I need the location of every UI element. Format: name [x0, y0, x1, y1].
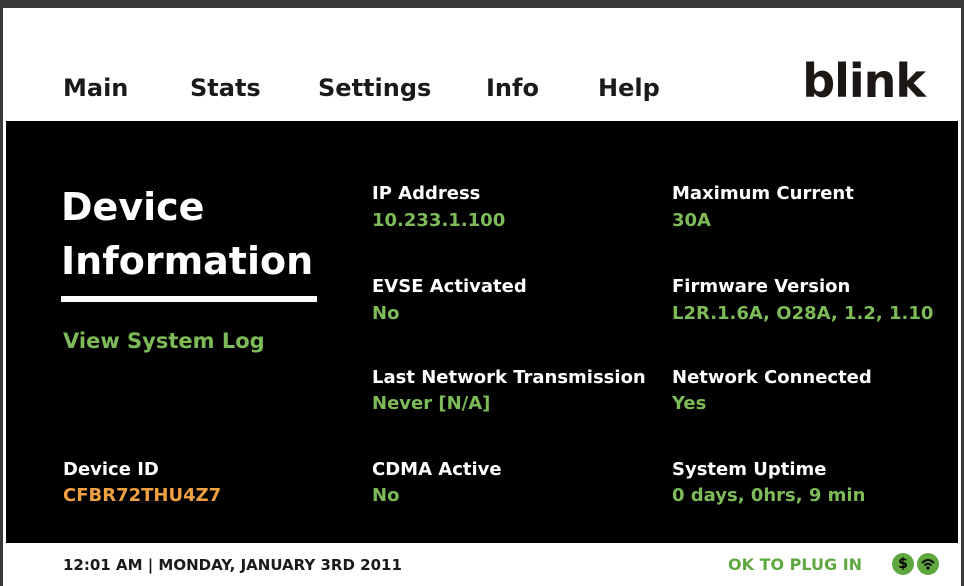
- evse-activated-label: EVSE Activated: [372, 276, 527, 297]
- last-network-transmission-value: Never [N/A]: [372, 393, 491, 414]
- page-title-line1: Device: [61, 185, 205, 229]
- view-system-log-link[interactable]: View System Log: [63, 329, 265, 353]
- firmware-version-value: L2R.1.6A, O28A, 1.2, 1.10: [672, 303, 934, 324]
- device-id-label: Device ID: [63, 459, 159, 480]
- ip-address-value: 10.233.1.100: [372, 210, 506, 231]
- network-connected-label: Network Connected: [672, 367, 872, 388]
- tab-main[interactable]: Main: [63, 74, 128, 102]
- last-network-transmission-label: Last Network Transmission: [372, 367, 646, 388]
- cdma-active-label: CDMA Active: [372, 459, 502, 480]
- tab-stats[interactable]: Stats: [190, 74, 261, 102]
- charger-screen: Main Stats Settings Info Help blink Devi…: [0, 0, 964, 586]
- system-uptime-label: System Uptime: [672, 459, 827, 480]
- title-underline: [61, 296, 317, 302]
- firmware-version-label: Firmware Version: [672, 276, 851, 297]
- network-connected-value: Yes: [672, 393, 707, 414]
- tab-help[interactable]: Help: [598, 74, 660, 102]
- tab-settings[interactable]: Settings: [318, 74, 431, 102]
- dollar-icon: $: [892, 553, 914, 575]
- blink-logo: blink: [802, 54, 926, 108]
- wireless-signal-icon: [917, 553, 939, 575]
- maximum-current-value: 30A: [672, 210, 711, 231]
- tab-info[interactable]: Info: [486, 74, 539, 102]
- plug-status: OK TO PLUG IN: [728, 555, 863, 574]
- cdma-active-value: No: [372, 485, 400, 506]
- page-title-line2: Information: [61, 239, 314, 283]
- device-id-value: CFBR72THU4Z7: [63, 485, 222, 506]
- datetime-display: 12:01 AM | MONDAY, JANUARY 3RD 2011: [63, 556, 402, 574]
- system-uptime-value: 0 days, 0hrs, 9 min: [672, 485, 866, 506]
- maximum-current-label: Maximum Current: [672, 183, 854, 204]
- evse-activated-value: No: [372, 303, 400, 324]
- device-information-panel: Device Information View System Log Devic…: [6, 121, 958, 543]
- ip-address-label: IP Address: [372, 183, 481, 204]
- top-navigation: Main Stats Settings Info Help blink: [6, 16, 958, 133]
- status-bar: 12:01 AM | MONDAY, JANUARY 3RD 2011 OK T…: [6, 543, 958, 586]
